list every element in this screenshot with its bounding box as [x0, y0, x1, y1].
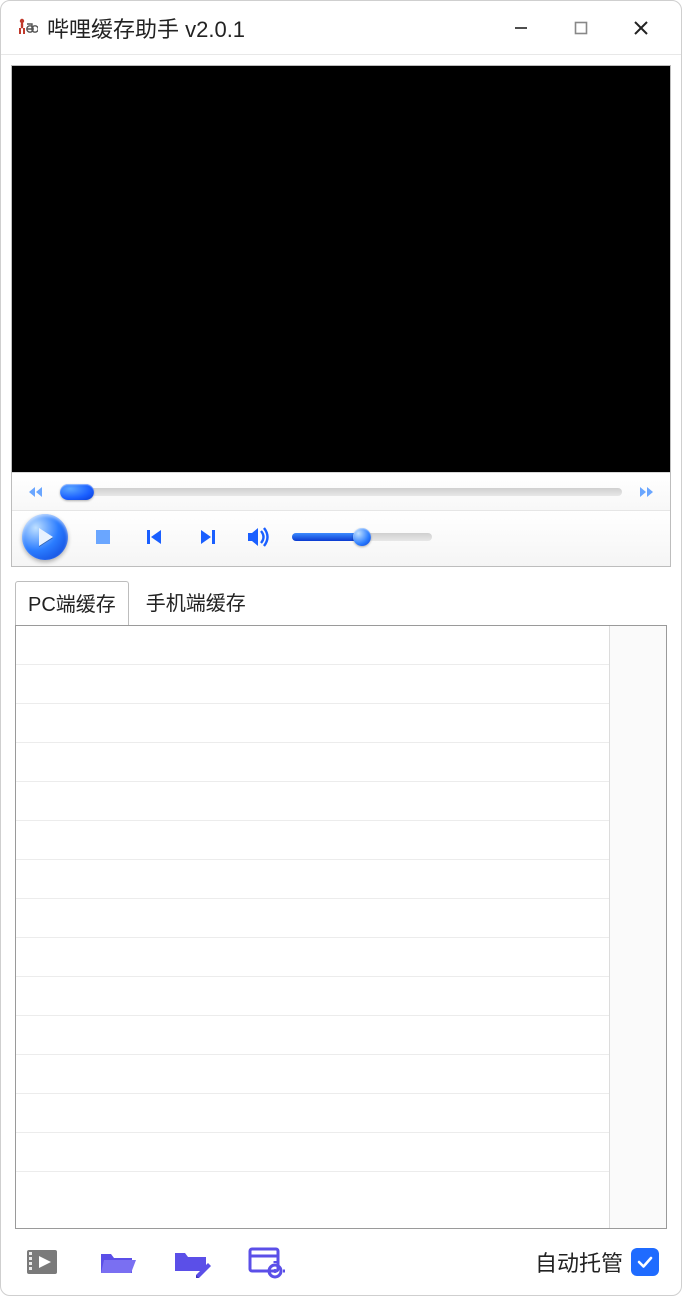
list-row[interactable] [16, 782, 609, 821]
list-row[interactable] [16, 743, 609, 782]
app-icon [15, 16, 39, 40]
tab-mobile-cache[interactable]: 手机端缓存 [133, 580, 259, 624]
cache-list [15, 625, 667, 1229]
volume-fill [292, 533, 362, 541]
list-row[interactable] [16, 1055, 609, 1094]
tab-label: PC端缓存 [28, 594, 116, 616]
close-button[interactable] [611, 1, 671, 55]
volume-slider[interactable] [292, 533, 432, 541]
list-body[interactable] [16, 626, 609, 1228]
maximize-button[interactable] [551, 1, 611, 55]
tab-pc-cache[interactable]: PC端缓存 [15, 581, 129, 625]
list-row[interactable] [16, 821, 609, 860]
titlebar: 哔哩缓存助手 v2.0.1 [1, 1, 681, 55]
bottom-toolbar: 自动托管 [1, 1229, 681, 1295]
list-row[interactable] [16, 626, 609, 665]
list-row[interactable] [16, 1133, 609, 1172]
app-title: 哔哩缓存助手 v2.0.1 [47, 12, 245, 44]
list-row[interactable] [16, 665, 609, 704]
player-panel [11, 65, 671, 567]
app-window: 哔哩缓存助手 v2.0.1 [0, 0, 682, 1296]
list-row[interactable] [16, 704, 609, 743]
player-controls [12, 510, 670, 566]
seek-bar-row [12, 472, 670, 510]
list-row[interactable] [16, 899, 609, 938]
minimize-button[interactable] [491, 1, 551, 55]
auto-manage-toggle[interactable] [631, 1248, 659, 1276]
edit-folder-button[interactable] [165, 1240, 219, 1284]
list-row[interactable] [16, 1016, 609, 1055]
seek-slider[interactable] [60, 488, 622, 496]
auto-manage-label: 自动托管 [535, 1246, 623, 1278]
rewind-icon[interactable] [26, 482, 48, 502]
previous-button[interactable] [142, 524, 168, 550]
list-row[interactable] [16, 1094, 609, 1133]
list-scrollbar-column[interactable] [609, 626, 666, 1228]
next-button[interactable] [194, 524, 220, 550]
seek-thumb[interactable] [60, 484, 94, 500]
list-row[interactable] [16, 977, 609, 1016]
open-folder-button[interactable] [91, 1240, 145, 1284]
stop-button[interactable] [90, 524, 116, 550]
volume-icon[interactable] [246, 524, 272, 550]
volume-thumb[interactable] [353, 528, 371, 546]
tab-label: 手机端缓存 [146, 593, 246, 615]
video-file-button[interactable] [17, 1240, 71, 1284]
tabs-strip: PC端缓存 手机端缓存 [15, 587, 667, 625]
play-button[interactable] [22, 514, 68, 560]
video-area[interactable] [12, 66, 670, 472]
fast-forward-icon[interactable] [634, 482, 656, 502]
list-row[interactable] [16, 938, 609, 977]
settings-window-button[interactable] [239, 1240, 293, 1284]
